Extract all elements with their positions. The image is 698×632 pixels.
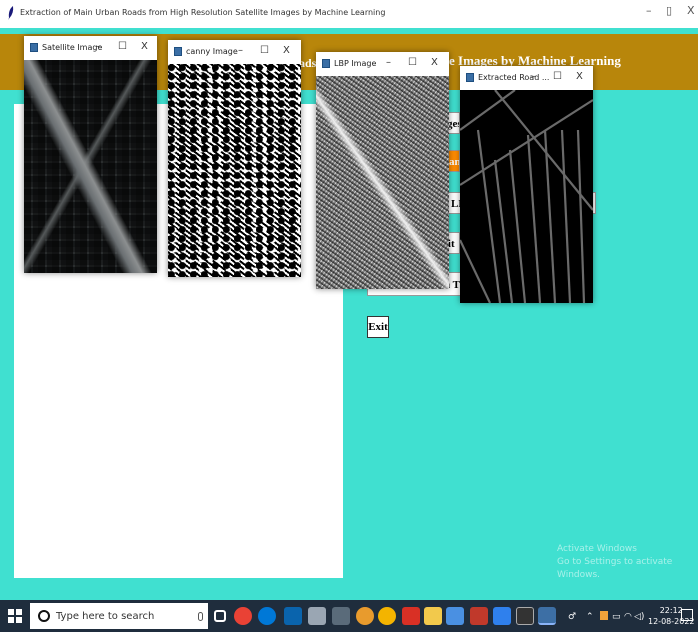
window-app-icon [30, 43, 38, 52]
network-icon[interactable]: ▭ [612, 612, 621, 622]
python-icon[interactable] [538, 607, 556, 625]
main-titlebar: Extraction of Main Urban Roads from High… [0, 0, 698, 28]
search-placeholder: Type here to search [56, 611, 155, 622]
close-button[interactable]: X [576, 71, 583, 82]
notification-icon[interactable] [681, 609, 693, 621]
lbp-window-titlebar[interactable]: LBP Image – ☐ X [316, 52, 449, 76]
satellite-image-window[interactable]: Satellite Image – ☐ X [24, 36, 157, 273]
file-explorer-icon[interactable] [424, 607, 442, 625]
maximize-button[interactable]: ☐ [408, 57, 417, 68]
minimize-button[interactable]: – [531, 71, 536, 82]
minimize-button[interactable]: – [646, 4, 652, 17]
satellite-window-title: Satellite Image [42, 43, 103, 52]
canny-image-window[interactable]: canny Image – ☐ X [168, 40, 301, 277]
mail-icon[interactable] [284, 607, 302, 625]
main-window-title: Extraction of Main Urban Roads from High… [20, 8, 386, 17]
battery-icon[interactable] [600, 611, 608, 620]
acrobat-icon[interactable] [402, 607, 420, 625]
paint-icon[interactable] [356, 607, 374, 625]
photos-icon[interactable] [470, 607, 488, 625]
close-button[interactable]: X [687, 4, 695, 17]
road-window-titlebar[interactable]: Extracted Road ... – ☐ X [460, 66, 593, 90]
close-button[interactable]: X [431, 57, 438, 68]
notepad-icon[interactable] [446, 607, 464, 625]
windows-taskbar: Type here to search ♂ ⌃ ▭ ◠ ◁) 22:12 12-… [0, 600, 698, 632]
maximize-button[interactable]: ☐ [260, 45, 269, 56]
store-icon[interactable] [332, 607, 350, 625]
minimize-button[interactable]: – [96, 41, 101, 52]
lbp-image-window[interactable]: LBP Image – ☐ X [316, 52, 449, 289]
satellite-window-titlebar[interactable]: Satellite Image – ☐ X [24, 36, 157, 60]
watermark-line2: Go to Settings to activate Windows. [557, 557, 673, 580]
close-button[interactable]: X [141, 41, 148, 52]
canny-window-titlebar[interactable]: canny Image – ☐ X [168, 40, 301, 64]
road-window-title: Extracted Road ... [478, 73, 550, 82]
taskbar-search-box[interactable]: Type here to search [30, 603, 208, 629]
task-view-icon[interactable] [214, 610, 226, 622]
chrome-icon[interactable] [234, 607, 252, 625]
feather-app-icon [8, 6, 14, 20]
activate-windows-watermark: Activate Windows Go to Settings to activ… [557, 543, 698, 582]
restore-button[interactable]: ▯ [666, 4, 672, 17]
windows-start-icon[interactable] [8, 609, 22, 623]
chrome-alt-icon[interactable] [378, 607, 396, 625]
close-button[interactable]: X [283, 45, 290, 56]
terminal-icon[interactable] [516, 607, 534, 625]
canny-edge-image [168, 64, 301, 277]
wifi-icon[interactable]: ◠ [624, 612, 632, 622]
lbp-texture-image [316, 76, 449, 289]
extracted-road-image [459, 89, 594, 304]
satellite-image [24, 60, 157, 273]
exit-button[interactable]: Exit [367, 316, 389, 338]
vscode-icon[interactable] [493, 607, 511, 625]
files-icon[interactable] [308, 607, 326, 625]
canny-window-title: canny Image [186, 47, 238, 56]
people-icon[interactable]: ♂ [568, 612, 576, 622]
chevron-up-icon[interactable]: ⌃ [586, 612, 594, 622]
heading-fragment-left: ads [299, 56, 317, 70]
maximize-button[interactable]: ☐ [118, 41, 127, 52]
cortana-icon [38, 610, 50, 622]
window-app-icon [466, 73, 474, 82]
edge-icon[interactable] [258, 607, 276, 625]
window-app-icon [322, 59, 330, 68]
microphone-icon[interactable] [198, 612, 203, 621]
extracted-road-window[interactable]: Extracted Road ... – ☐ X [459, 66, 594, 304]
minimize-button[interactable]: – [386, 57, 391, 68]
volume-icon[interactable]: ◁) [634, 612, 644, 622]
minimize-button[interactable]: – [238, 45, 243, 56]
window-app-icon [174, 47, 182, 56]
watermark-line1: Activate Windows [557, 544, 637, 554]
maximize-button[interactable]: ☐ [553, 71, 562, 82]
road-lines [459, 89, 594, 304]
lbp-window-title: LBP Image [334, 59, 377, 68]
